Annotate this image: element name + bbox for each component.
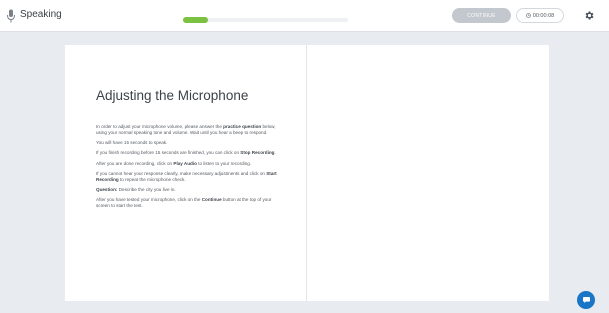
progress-bar bbox=[183, 17, 348, 23]
section-title: Speaking bbox=[20, 9, 62, 20]
instruction-paragraph: After you have tested your microphone, c… bbox=[96, 197, 272, 209]
clock-icon bbox=[525, 13, 531, 18]
continue-button[interactable]: CONTINUE bbox=[452, 8, 511, 23]
microphone-icon bbox=[7, 9, 15, 23]
page-title: Adjusting the Microphone bbox=[96, 88, 249, 103]
instruction-paragraph: You will have 15 seconds to speak. bbox=[96, 140, 168, 146]
question-paragraph: Question: Describe the city you live in. bbox=[96, 186, 176, 192]
timer: 00:00:08 bbox=[516, 8, 564, 23]
gear-icon[interactable] bbox=[584, 10, 595, 21]
timer-value: 00:00:08 bbox=[532, 12, 555, 19]
instruction-paragraph: If you finish recording before 15 second… bbox=[96, 150, 276, 156]
top-bar: Speaking CONTINUE 00:00:08 bbox=[0, 0, 609, 32]
progress-fill bbox=[183, 17, 208, 23]
instruction-paragraph: If you cannot hear your response clearly… bbox=[96, 170, 277, 182]
instructions-text: In order to adjust your microphone volum… bbox=[96, 124, 284, 213]
recording-panel bbox=[306, 45, 549, 301]
instruction-paragraph: After you are done recording, click on P… bbox=[96, 160, 252, 166]
instruction-paragraph: In order to adjust your microphone volum… bbox=[96, 124, 276, 135]
chat-icon bbox=[582, 297, 590, 303]
chat-button[interactable] bbox=[577, 291, 595, 309]
